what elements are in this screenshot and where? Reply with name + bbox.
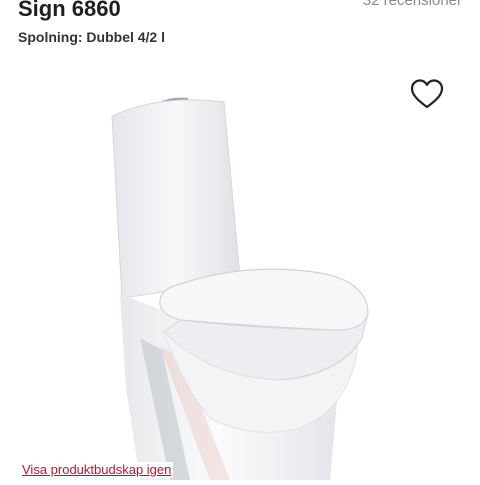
product-image <box>100 88 380 480</box>
show-product-message-link[interactable]: Visa produktbudskap igen <box>22 462 174 478</box>
heart-icon <box>410 79 444 109</box>
toilet-illustration <box>111 97 369 480</box>
flush-spec: Spolning: Dubbel 4/2 l <box>18 29 165 45</box>
favorite-button[interactable] <box>410 78 444 110</box>
product-title: Sign 6860 <box>18 0 121 21</box>
review-count-link[interactable]: 32 recensioner <box>363 0 462 12</box>
